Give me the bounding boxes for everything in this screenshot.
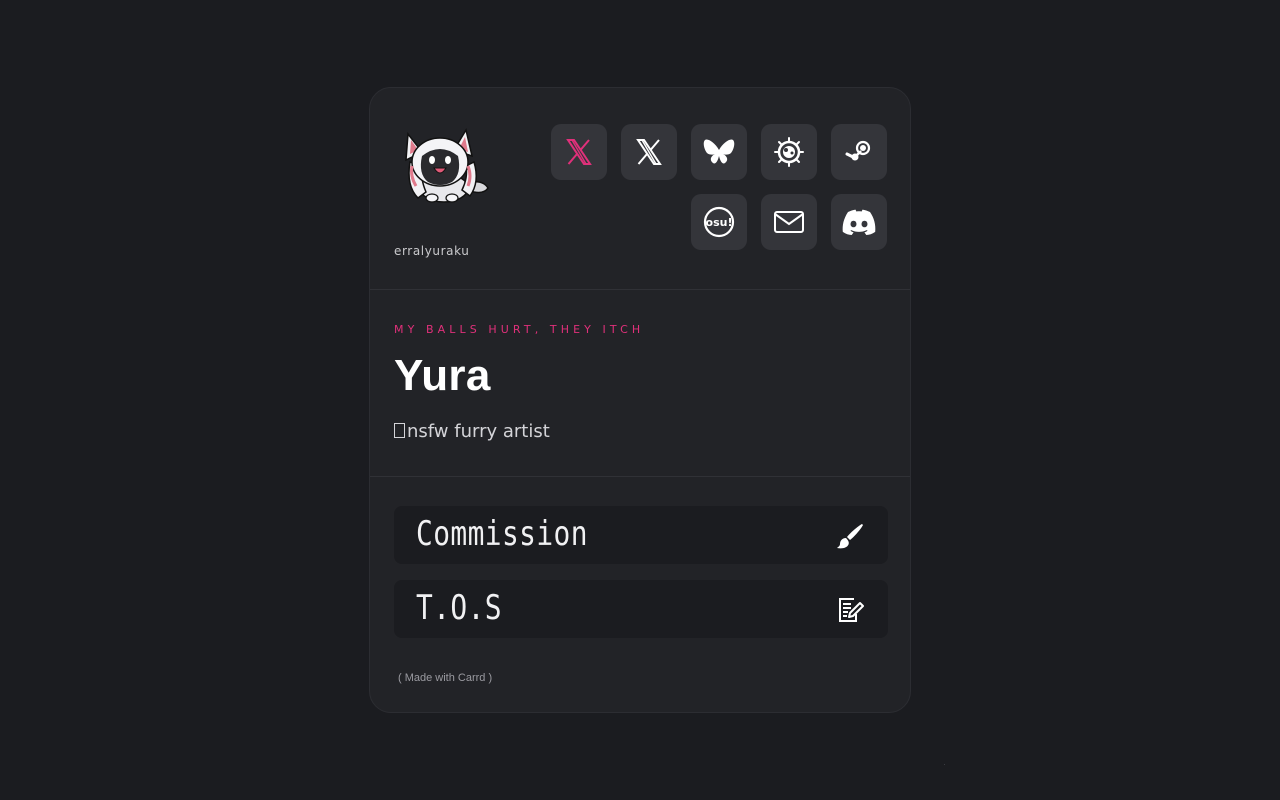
discord-link-button[interactable] (831, 194, 887, 250)
bio: nsfw furry artist (394, 421, 550, 442)
paintbrush-icon (837, 524, 863, 549)
made-with-carrd-link[interactable]: ( Made with Carrd ) (398, 672, 492, 684)
steam-icon (845, 140, 871, 161)
commission-button[interactable]: Commission (394, 506, 888, 564)
osu-link-button[interactable]: osu! (691, 194, 747, 250)
splat-link-button[interactable] (761, 124, 817, 180)
steam-link-button[interactable] (831, 124, 887, 180)
x-link-button[interactable] (551, 124, 607, 180)
document-edit-icon (839, 598, 864, 622)
bluesky-icon (703, 139, 735, 164)
discord-icon (842, 209, 876, 235)
username: erralyuraku (394, 244, 470, 258)
tos-label: T.O.S (416, 588, 502, 628)
osu-icon-text: osu! (706, 216, 733, 229)
tos-button[interactable]: T.O.S (394, 580, 888, 638)
x-link-button-2[interactable] (621, 124, 677, 180)
bio-text: nsfw furry artist (407, 421, 550, 442)
profile-card: erralyuraku osu! MY BALLS HURT, THEY ITC… (369, 87, 911, 713)
header-section: erralyuraku osu! (370, 88, 910, 290)
profile-name: Yura (394, 351, 491, 400)
mail-icon (774, 211, 804, 233)
x-icon (566, 139, 592, 165)
tagline: MY BALLS HURT, THEY ITCH (394, 323, 645, 336)
x-icon (636, 139, 662, 165)
commission-label: Commission (416, 514, 588, 554)
stray-pixel (944, 764, 945, 765)
bluesky-link-button[interactable] (691, 124, 747, 180)
missing-glyph-icon (394, 423, 405, 438)
osu-icon: osu! (703, 206, 735, 238)
intro-section: MY BALLS HURT, THEY ITCH Yura nsfw furry… (370, 290, 910, 477)
splat-icon (774, 137, 804, 167)
email-link-button[interactable] (761, 194, 817, 250)
avatar (405, 128, 489, 203)
